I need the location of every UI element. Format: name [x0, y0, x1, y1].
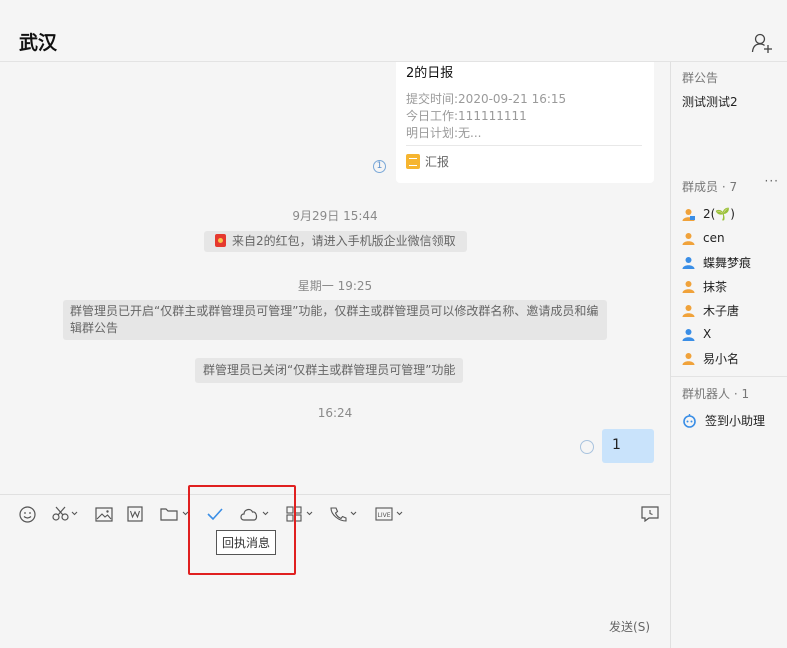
member-item[interactable]: 易小名	[682, 349, 739, 367]
sidebar-divider	[671, 376, 787, 377]
timestamp: 16:24	[317, 406, 353, 420]
member-item[interactable]: X	[682, 325, 711, 343]
report-icon	[406, 154, 420, 169]
phone-icon	[330, 507, 357, 522]
chat-title: 武汉	[19, 32, 58, 54]
emoji-icon	[19, 505, 36, 523]
screenshot-button[interactable]	[52, 505, 78, 523]
robot-icon	[683, 413, 696, 428]
member-avatar-icon	[682, 352, 695, 365]
timestamp: 星期一 19:25	[297, 279, 373, 293]
group-notice-title: 群公告	[682, 71, 719, 85]
chat-messages[interactable]: 2的日报 提交时间:2020-09-21 16:15 今日工作:11111111…	[0, 62, 670, 494]
send-button[interactable]: 发送(S)	[609, 618, 650, 635]
read-count-badge[interactable]: 1	[373, 160, 386, 173]
input-area[interactable]: LIVE 回执消息 发送(S)	[0, 494, 670, 648]
red-packet-icon	[215, 234, 226, 247]
redpacket-notice: 来自2的红包，请进入手机版企业微信领取	[204, 231, 467, 252]
group-notice-text[interactable]: 测试测试2	[682, 93, 738, 110]
live-button[interactable]: LIVE	[375, 505, 405, 523]
file-button[interactable]	[160, 505, 190, 523]
member-avatar-icon	[682, 208, 695, 221]
chat-history-button[interactable]	[641, 505, 659, 523]
member-item[interactable]: 蝶舞梦痕	[682, 253, 751, 271]
document-button[interactable]	[127, 505, 143, 523]
my-message-bubble[interactable]: 1	[602, 429, 654, 463]
more-members-button[interactable]: ···	[765, 174, 779, 188]
member-item[interactable]: 木子唐	[682, 301, 739, 319]
member-item[interactable]: cen	[682, 229, 725, 247]
emoji-button[interactable]	[19, 505, 36, 523]
svg-text:LIVE: LIVE	[377, 512, 390, 519]
member-avatar-icon	[682, 328, 695, 341]
doc-icon	[127, 506, 143, 522]
add-member-icon[interactable]	[751, 32, 773, 54]
member-item[interactable]: 抹茶	[682, 277, 727, 295]
member-item[interactable]: 2(🌱)	[682, 205, 735, 223]
highlight-annotation	[188, 485, 296, 575]
history-icon	[641, 506, 659, 522]
member-avatar-icon	[682, 256, 695, 269]
report-footer: 汇报	[406, 153, 449, 170]
report-divider	[406, 145, 642, 146]
timestamp: 9月29日 15:44	[292, 209, 378, 223]
chat-header: 武汉	[0, 0, 787, 62]
folder-icon	[160, 508, 189, 521]
report-tomorrow-plan: 明日计划:无...	[406, 126, 482, 140]
member-avatar-icon	[682, 232, 695, 245]
report-today-work: 今日工作:111111111	[406, 109, 527, 123]
image-button[interactable]	[95, 505, 113, 523]
call-button[interactable]	[330, 505, 360, 523]
group-sidebar: 群公告 测试测试2 群成员 · 7 ··· 2(🌱) cen 蝶舞梦痕 抹茶 木…	[670, 62, 787, 648]
robot-item[interactable]: 签到小助理	[682, 411, 765, 429]
robots-title: 群机器人 · 1	[682, 387, 750, 401]
members-title: 群成员 · 7	[682, 180, 738, 194]
system-notice: 群管理员已关闭“仅群主或群管理员可管理”功能	[195, 358, 464, 383]
system-notice: 群管理员已开启“仅群主或群管理员可管理”功能，仅群主或群管理员可以修改群名称、邀…	[63, 300, 607, 340]
image-icon	[95, 506, 113, 522]
report-card[interactable]: 2的日报 提交时间:2020-09-21 16:15 今日工作:11111111…	[396, 62, 654, 183]
scissors-icon	[52, 506, 78, 521]
unread-status-icon[interactable]	[580, 440, 594, 454]
report-submit-time: 提交时间:2020-09-21 16:15	[406, 92, 567, 106]
member-avatar-icon	[682, 280, 695, 293]
member-avatar-icon	[682, 304, 695, 317]
live-icon: LIVE	[375, 507, 403, 521]
report-title: 2的日报	[406, 66, 454, 81]
